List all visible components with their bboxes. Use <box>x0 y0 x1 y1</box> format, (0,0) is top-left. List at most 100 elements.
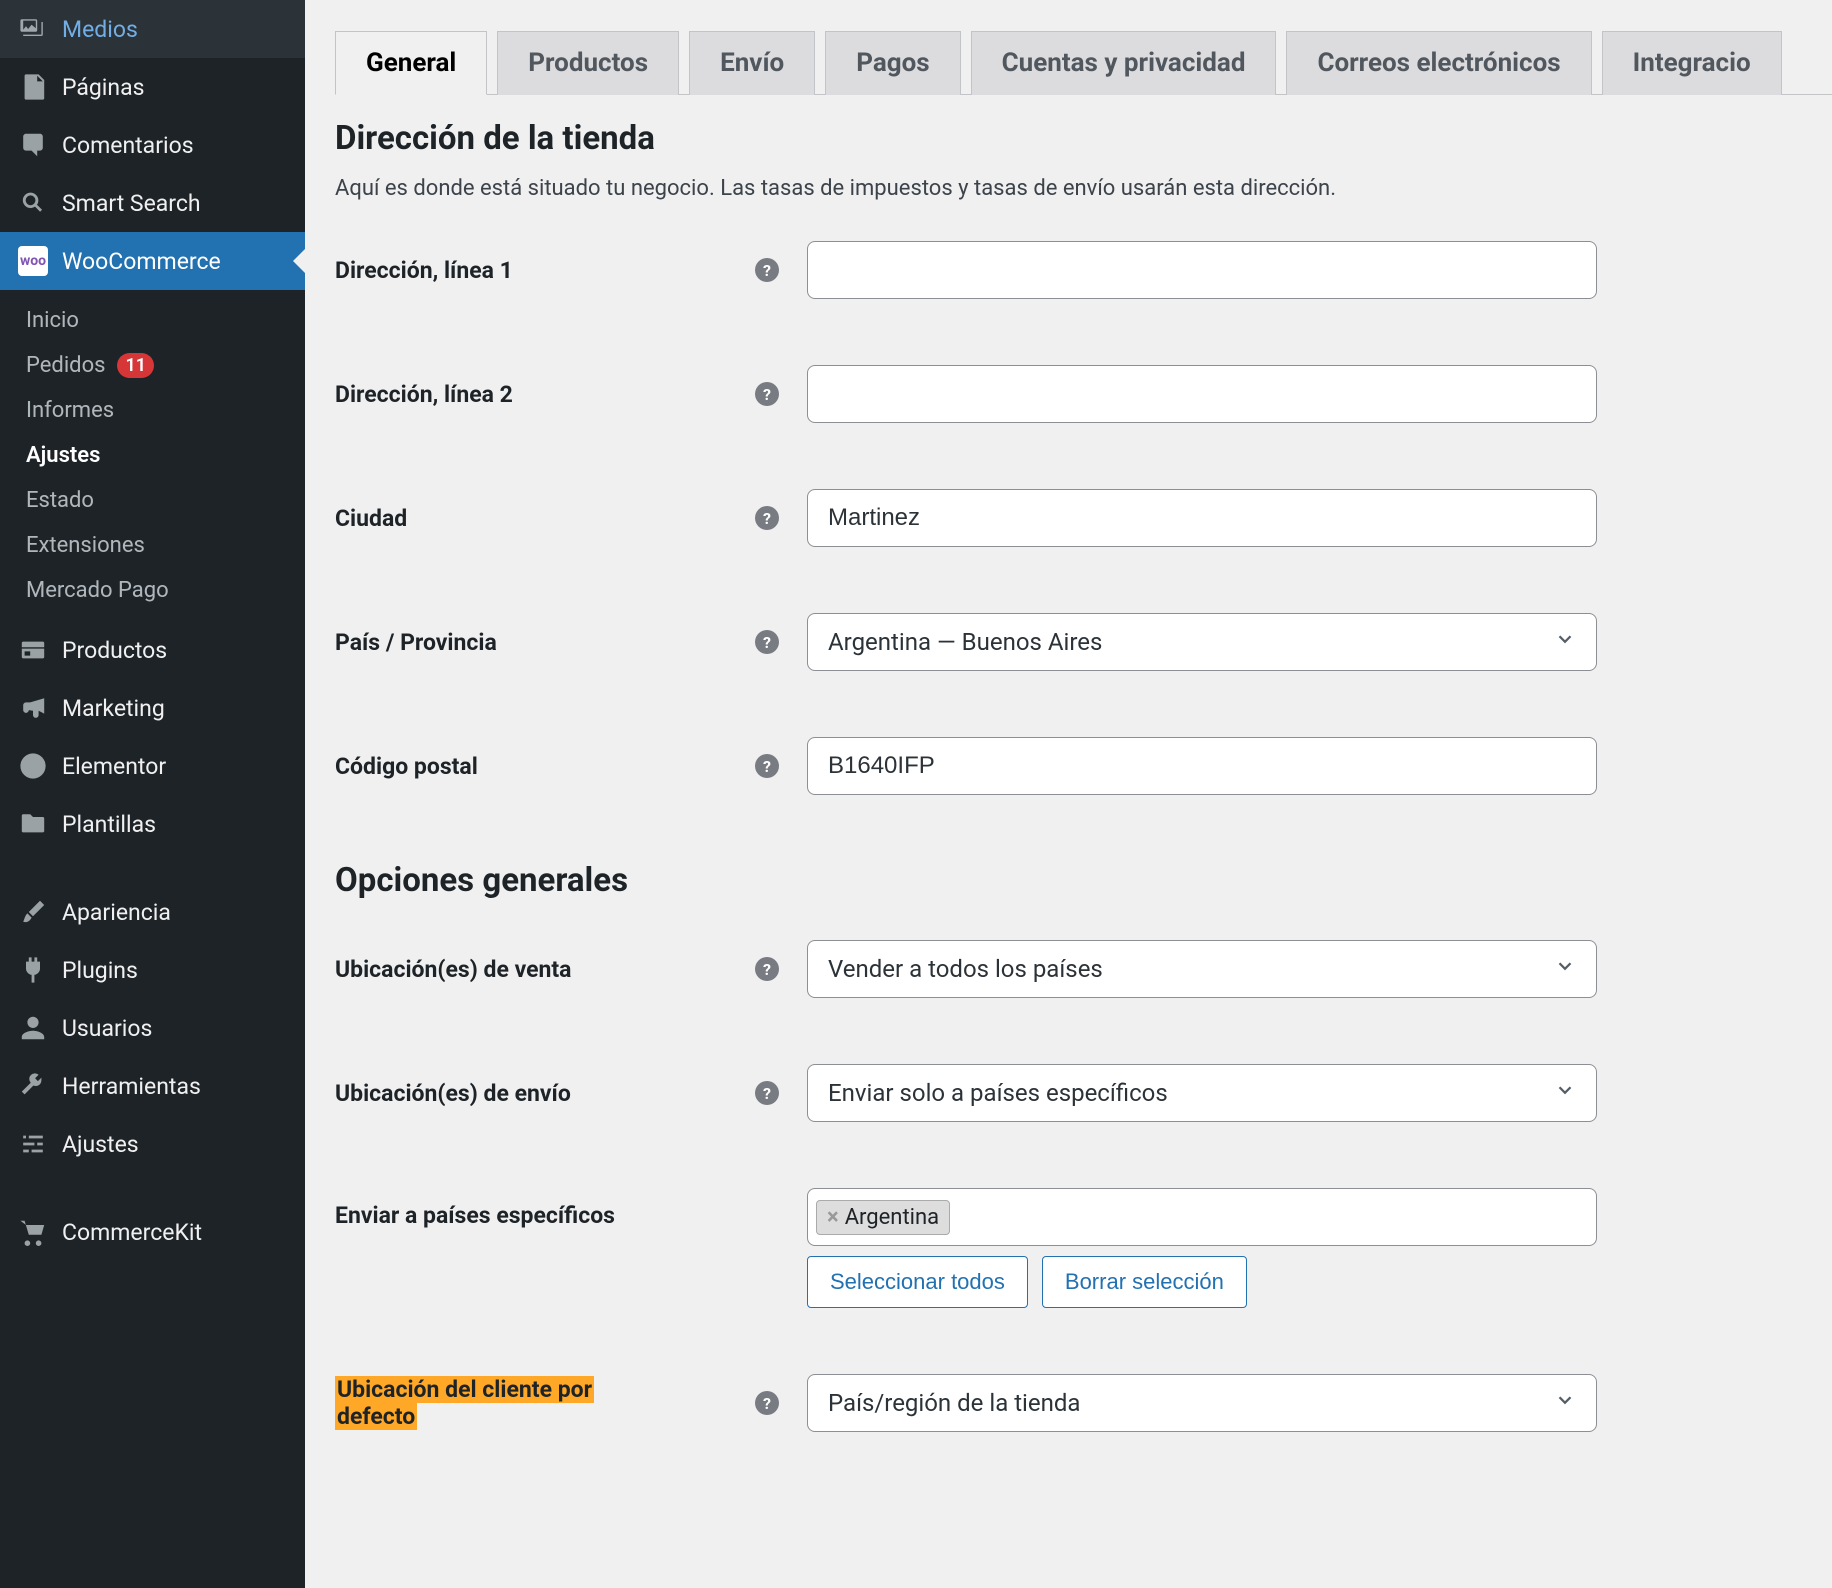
row-address-2: Dirección, línea 2 ? <box>335 365 1832 423</box>
sidebar-item-label: Productos <box>62 637 167 664</box>
label-ship-specific: Enviar a países específicos <box>335 1188 755 1229</box>
pages-icon <box>18 72 48 102</box>
store-address-title: Dirección de la tienda <box>335 119 1832 158</box>
select-value: Enviar solo a países específicos <box>828 1079 1168 1107</box>
select-default-location[interactable]: País/región de la tienda <box>807 1374 1597 1432</box>
row-city: Ciudad ? <box>335 489 1832 547</box>
sidebar-item-label: Smart Search <box>62 190 201 217</box>
tab-integracion[interactable]: Integracio <box>1602 31 1782 95</box>
select-sell-location[interactable]: Vender a todos los países <box>807 940 1597 998</box>
chevron-down-icon <box>1554 1389 1576 1417</box>
submenu-estado[interactable]: Estado <box>0 478 305 523</box>
help-icon[interactable]: ? <box>755 1081 779 1105</box>
help-icon[interactable]: ? <box>755 258 779 282</box>
sidebar-item-productos[interactable]: Productos <box>0 621 305 679</box>
sidebar-item-ajustes[interactable]: Ajustes <box>0 1115 305 1173</box>
submenu-label: Inicio <box>26 308 79 333</box>
submenu-informes[interactable]: Informes <box>0 388 305 433</box>
plugin-icon <box>18 955 48 985</box>
admin-sidebar: Medios Páginas Comentarios Smart Search … <box>0 0 305 1588</box>
row-country: País / Provincia ? Argentina — Buenos Ai… <box>335 613 1832 671</box>
input-city[interactable] <box>807 489 1597 547</box>
highlighted-text-1: Ubicación del cliente por <box>335 1376 594 1403</box>
row-address-1: Dirección, línea 1 ? <box>335 241 1832 299</box>
sidebar-item-paginas[interactable]: Páginas <box>0 58 305 116</box>
sidebar-item-label: WooCommerce <box>62 248 221 275</box>
select-value: País/región de la tienda <box>828 1389 1080 1417</box>
tab-general[interactable]: General <box>335 31 487 95</box>
row-ship-location: Ubicación(es) de envío ? Enviar solo a p… <box>335 1064 1832 1122</box>
comment-icon <box>18 130 48 160</box>
submenu-inicio[interactable]: Inicio <box>0 298 305 343</box>
submenu-extensiones[interactable]: Extensiones <box>0 523 305 568</box>
sidebar-item-comentarios[interactable]: Comentarios <box>0 116 305 174</box>
remove-chip-icon[interactable]: × <box>827 1205 839 1230</box>
help-icon[interactable]: ? <box>755 957 779 981</box>
help-icon[interactable]: ? <box>755 754 779 778</box>
help-icon[interactable]: ? <box>755 382 779 406</box>
help-icon[interactable]: ? <box>755 506 779 530</box>
sidebar-item-label: Plugins <box>62 957 138 984</box>
label-postal: Código postal <box>335 753 755 780</box>
chevron-down-icon <box>1554 1079 1576 1107</box>
row-postal: Código postal ? <box>335 737 1832 795</box>
multiselect-ship-countries[interactable]: × Argentina <box>807 1188 1597 1246</box>
main-content: General Productos Envío Pagos Cuentas y … <box>305 0 1832 1588</box>
cart-icon <box>18 1217 48 1247</box>
tab-envio[interactable]: Envío <box>689 31 815 95</box>
submenu-pedidos[interactable]: Pedidos 11 <box>0 343 305 388</box>
sidebar-item-label: Medios <box>62 16 138 43</box>
tab-correos[interactable]: Correos electrónicos <box>1286 31 1591 95</box>
submenu-label: Pedidos <box>26 353 105 378</box>
brush-icon <box>18 897 48 927</box>
tab-cuentas[interactable]: Cuentas y privacidad <box>971 31 1277 95</box>
country-chip: × Argentina <box>816 1200 950 1235</box>
sidebar-item-label: CommerceKit <box>62 1219 202 1246</box>
highlighted-text-2: defecto <box>335 1403 417 1430</box>
sidebar-item-label: Elementor <box>62 753 166 780</box>
sidebar-item-herramientas[interactable]: Herramientas <box>0 1057 305 1115</box>
megaphone-icon <box>18 693 48 723</box>
folder-icon <box>18 809 48 839</box>
input-address-1[interactable] <box>807 241 1597 299</box>
label-ship-location: Ubicación(es) de envío <box>335 1080 755 1107</box>
select-ship-location[interactable]: Enviar solo a países específicos <box>807 1064 1597 1122</box>
sidebar-item-marketing[interactable]: Marketing <box>0 679 305 737</box>
sidebar-item-elementor[interactable]: Elementor <box>0 737 305 795</box>
sidebar-item-medios[interactable]: Medios <box>0 0 305 58</box>
help-icon[interactable]: ? <box>755 1391 779 1415</box>
sidebar-item-apariencia[interactable]: Apariencia <box>0 883 305 941</box>
sidebar-item-label: Usuarios <box>62 1015 152 1042</box>
sidebar-item-smart-search[interactable]: Smart Search <box>0 174 305 232</box>
select-all-button[interactable]: Seleccionar todos <box>807 1256 1028 1308</box>
chevron-down-icon <box>1554 628 1576 656</box>
submenu-mercadopago[interactable]: Mercado Pago <box>0 568 305 613</box>
input-postal[interactable] <box>807 737 1597 795</box>
clear-selection-button[interactable]: Borrar selección <box>1042 1256 1247 1308</box>
label-country: País / Provincia <box>335 629 755 656</box>
tab-pagos[interactable]: Pagos <box>825 31 960 95</box>
sidebar-item-plugins[interactable]: Plugins <box>0 941 305 999</box>
sidebar-item-commercekit[interactable]: CommerceKit <box>0 1203 305 1261</box>
sliders-icon <box>18 1129 48 1159</box>
tab-productos[interactable]: Productos <box>497 31 679 95</box>
products-icon <box>18 635 48 665</box>
input-address-2[interactable] <box>807 365 1597 423</box>
sidebar-item-usuarios[interactable]: Usuarios <box>0 999 305 1057</box>
sidebar-item-label: Comentarios <box>62 132 194 159</box>
submenu-ajustes[interactable]: Ajustes <box>0 433 305 478</box>
row-default-location: Ubicación del cliente por defecto ? País… <box>335 1374 1832 1432</box>
select-value: Vender a todos los países <box>828 955 1103 983</box>
label-sell-location: Ubicación(es) de venta <box>335 956 755 983</box>
label-address-1: Dirección, línea 1 <box>335 257 755 284</box>
label-city: Ciudad <box>335 505 755 532</box>
label-default-location: Ubicación del cliente por defecto <box>335 1376 755 1430</box>
label-address-2: Dirección, línea 2 <box>335 381 755 408</box>
submenu-label: Estado <box>26 488 94 513</box>
user-icon <box>18 1013 48 1043</box>
help-icon[interactable]: ? <box>755 630 779 654</box>
sidebar-item-label: Páginas <box>62 74 145 101</box>
sidebar-item-plantillas[interactable]: Plantillas <box>0 795 305 853</box>
sidebar-item-woocommerce[interactable]: woo WooCommerce <box>0 232 305 290</box>
select-country[interactable]: Argentina — Buenos Aires <box>807 613 1597 671</box>
